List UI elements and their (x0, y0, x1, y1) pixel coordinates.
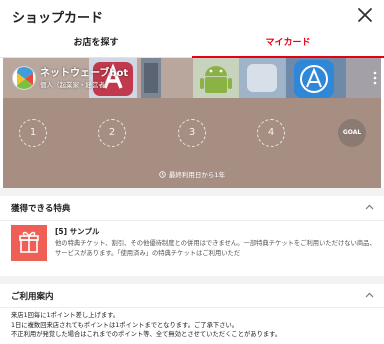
divider (0, 307, 384, 308)
stamp-slot-4: 4 (257, 119, 285, 147)
stamp-slot-2: 2 (98, 119, 126, 147)
app-store-icon (286, 58, 346, 98)
usage-line: 来店1回毎に1ポイント差し上げます。 (11, 312, 120, 319)
tab-find-shops[interactable]: お店を探す (0, 32, 192, 58)
tab-my-cards[interactable]: マイカード (192, 32, 384, 58)
section-separator (0, 188, 384, 196)
chevron-up-icon[interactable] (365, 203, 374, 211)
shop-logo-icon (12, 66, 36, 90)
page-title: ショップカード (12, 11, 104, 26)
more-vertical-icon[interactable] (372, 71, 378, 85)
gift-icon (11, 225, 47, 261)
usage-line: 1日に複数回来店されてもポイントは1ポイントまでとなります。ご了承下さい。 (11, 321, 239, 329)
benefits-header[interactable]: 獲得できる特典 (0, 196, 384, 220)
card-banner: ネットウェーブbot 個人（起業家・経営者） (3, 58, 381, 98)
tab-bar: お店を探す マイカード (0, 32, 384, 58)
expiry-note: 最終利用日から1年 (3, 169, 381, 179)
usage-guide-header[interactable]: ご利用案内 (0, 284, 384, 308)
dialog-header: ショップカード (0, 0, 384, 32)
shop-name: ネットウェーブbot (40, 68, 129, 79)
close-icon[interactable] (356, 6, 374, 24)
clock-icon (159, 171, 166, 178)
benefits-heading: 獲得できる特典 (11, 204, 71, 214)
banner-image-strip (141, 58, 161, 98)
stamp-slot-3: 3 (178, 119, 206, 147)
ticket-description: 他の特典チケット、割引、その他優待制度との併用はできません。一部特典チケットをご… (55, 240, 376, 257)
ticket-name: [5] サンプル (55, 227, 100, 236)
usage-line: 不正利用が発覚した場合はこれまでのポイント等、全て無効とさせていただくことがあり… (11, 331, 282, 338)
chevron-up-icon[interactable] (365, 291, 374, 299)
stamp-slot-1: 1 (19, 119, 47, 147)
banner-image-strip (239, 58, 285, 98)
stamp-card[interactable]: ネットウェーブbot 個人（起業家・経営者） 1 2 3 4 GOAL 最終利用… (3, 58, 381, 188)
section-separator (0, 276, 384, 284)
usage-guide-heading: ご利用案内 (11, 292, 54, 302)
benefit-ticket[interactable]: [5] サンプル 他の特典チケット、割引、その他優待制度との併用はできません。一… (0, 220, 384, 276)
shop-type: 個人（起業家・経営者） (40, 81, 112, 89)
expiry-text: 最終利用日から1年 (168, 171, 226, 179)
usage-guide-text: 来店1回毎に1ポイント差し上げます。 1日に複数回来店されてもポイントは1ポイン… (11, 311, 377, 340)
android-icon (193, 58, 239, 98)
stamp-goal: GOAL (338, 119, 366, 147)
